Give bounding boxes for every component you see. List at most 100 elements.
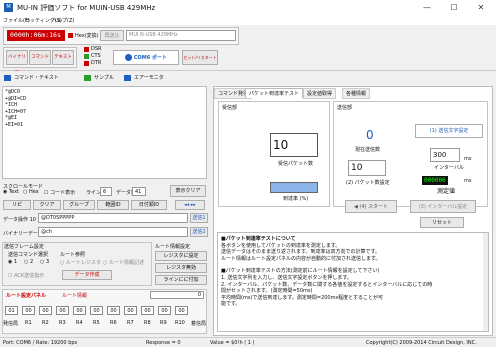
menu-help[interactable]: ヘルプ(Z) bbox=[52, 17, 74, 24]
route-cell[interactable]: 00 bbox=[124, 306, 137, 315]
interval-field[interactable]: 300 bbox=[430, 148, 460, 162]
relay-option-3-label: 3 bbox=[45, 259, 50, 265]
route-cell[interactable]: 00 bbox=[107, 306, 120, 315]
route-label: R1 bbox=[25, 320, 32, 326]
text-radio[interactable]: ◉ Text bbox=[3, 189, 19, 195]
info-line: 平均時間(ms)で送信到達します。測定時間=200ms程度とすることが可 bbox=[221, 294, 383, 301]
console-line: +EI=01 bbox=[5, 121, 24, 128]
resend-button[interactable]: 再送込 bbox=[100, 30, 124, 41]
make-data-button[interactable]: データ作成 bbox=[62, 270, 112, 280]
disable-register-button[interactable]: レジスタ無効 bbox=[155, 263, 207, 273]
route-cell[interactable]: 00 bbox=[39, 306, 52, 315]
tab-info[interactable]: 各種情報 bbox=[342, 88, 371, 99]
route-cell[interactable]: 00 bbox=[22, 306, 35, 315]
route-label: R3 bbox=[59, 320, 66, 326]
relay-option-2[interactable]: ○ 2 bbox=[24, 259, 33, 265]
data-count-field[interactable]: 41 bbox=[132, 187, 146, 196]
copyright: Copyright(C) 2009-2014 Circuit Design, I… bbox=[366, 340, 477, 346]
maximize-button[interactable]: ☐ bbox=[441, 1, 467, 14]
send-label: 送信部 bbox=[337, 105, 353, 111]
dtr-led-icon bbox=[84, 61, 89, 66]
interval-caption: インターバル bbox=[434, 165, 464, 171]
close-button[interactable]: ✕ bbox=[468, 1, 494, 14]
tab-air-monitor[interactable]: エアーモニタ bbox=[134, 74, 164, 81]
route-ref-option-1[interactable]: ○ ルートレジスタ bbox=[60, 259, 101, 266]
send1-label: データ操作 10 bbox=[3, 217, 36, 223]
device-select[interactable]: MUI N-USB 429MHz bbox=[126, 30, 236, 41]
window-title: MU-IN 評価ソフト for MUIN-USB 429MHz bbox=[17, 4, 156, 12]
scroll-arrows[interactable]: ◂◂ ▸▸ bbox=[175, 200, 205, 210]
info-line: 間がセットされます。(測定時間=50ms) bbox=[221, 288, 313, 295]
ack-checkbox[interactable]: ☐ ACK送信指示 bbox=[8, 272, 44, 279]
title-bar: M MU-IN 評価ソフト for MUIN-USB 429MHz — ☐ ✕ bbox=[0, 0, 496, 16]
bytes-button[interactable]: バイナリー bbox=[6, 50, 28, 74]
packet-count-field[interactable]: 10 bbox=[348, 160, 386, 176]
route-count: 0 bbox=[150, 291, 204, 299]
route-ref-option-1-label: ルートレジスタ bbox=[65, 260, 101, 266]
sent-count: 0 bbox=[366, 128, 374, 142]
interval-settings-button[interactable]: (3) インターバル設定 bbox=[410, 200, 476, 213]
group-button[interactable]: グループ bbox=[63, 200, 95, 210]
clear-display-button[interactable]: 表示クリア bbox=[170, 185, 206, 197]
send-group bbox=[333, 101, 488, 207]
clear-list-button[interactable]: クリア bbox=[33, 200, 61, 210]
measure-caption: 測定値 bbox=[437, 188, 456, 195]
route-cell-origin[interactable]: 01 bbox=[5, 306, 18, 315]
minimize-button[interactable]: — bbox=[414, 1, 440, 14]
send-text-settings-button[interactable]: (1) 送信文字設定 bbox=[415, 124, 483, 138]
value-status: Value = $0!h ( 1 ) bbox=[210, 340, 255, 346]
route-label: R8 bbox=[144, 320, 151, 326]
route-cell[interactable]: 00 bbox=[90, 306, 103, 315]
repeat-button[interactable]: リピ bbox=[3, 200, 31, 210]
interval-unit: ms bbox=[464, 156, 472, 162]
route-cell[interactable]: 00 bbox=[56, 306, 69, 315]
tab-sample[interactable]: サンプル bbox=[94, 74, 114, 81]
route-cell[interactable]: 00 bbox=[158, 306, 171, 315]
reset-button[interactable]: リセット bbox=[420, 217, 464, 228]
start-button[interactable]: ◀ (4) スタート bbox=[345, 200, 397, 213]
packet-count-caption: (2) パケット数設定 bbox=[346, 180, 390, 186]
send2-input[interactable]: @ch bbox=[38, 227, 188, 237]
tab-packet-test[interactable]: パケット到達率テスト bbox=[245, 88, 304, 98]
route-cell[interactable]: 00 bbox=[73, 306, 86, 315]
ack-checkbox-label: ACK送信指示 bbox=[14, 273, 45, 279]
info-panel: ■パケット到達率テストについて 各ボタンを使用してパケットの到達率を測定します。… bbox=[217, 232, 489, 332]
send2-button[interactable]: 送信2 bbox=[190, 227, 208, 237]
route-cell[interactable]: 00 bbox=[141, 306, 154, 315]
send1-input[interactable]: @DT05PPPPP bbox=[38, 213, 188, 223]
relay-option-3[interactable]: ○ 3 bbox=[40, 259, 49, 265]
send-command-label: 送信コマンド選択 bbox=[8, 252, 49, 258]
code-display-check[interactable]: ☐ コード表示 bbox=[44, 189, 75, 196]
dsr-led-icon bbox=[84, 47, 89, 52]
console-output[interactable]: *@DC0 +@DI=CD *ICH +ICH=07 *@EI +EI=01 bbox=[2, 86, 207, 179]
route-panel-title: ルート設定パネル bbox=[6, 293, 47, 299]
route-label: 着信局 bbox=[191, 321, 207, 327]
set-register-button[interactable]: レジスタに設定 bbox=[155, 251, 207, 261]
route-label: R5 bbox=[93, 320, 100, 326]
text-button[interactable]: テキスト bbox=[52, 50, 74, 65]
send1-button[interactable]: 送信1 bbox=[190, 213, 208, 223]
dtr-label: DTR bbox=[91, 60, 102, 66]
code-display-label: コード表示 bbox=[50, 190, 76, 196]
hex-label[interactable]: Hex(変換) bbox=[75, 32, 99, 39]
info-line: 1. 送信文字列を入力し、送信文字設定ボタンを押します。 bbox=[221, 274, 352, 281]
info-line: 能です。 bbox=[221, 301, 241, 308]
measure-value: 000000 bbox=[422, 176, 448, 185]
tab-command-text[interactable]: コマンド・テキスト bbox=[14, 74, 59, 81]
range-id-button[interactable]: 範囲ID bbox=[97, 200, 129, 210]
relay-option-1[interactable]: ◉ 1 bbox=[8, 259, 17, 265]
cts-label: CTS bbox=[91, 53, 101, 59]
hex-radio[interactable]: ○ Hex bbox=[23, 189, 39, 195]
info-scrollbar[interactable] bbox=[483, 233, 488, 331]
route-ref-option-2[interactable]: ○ ルート情報記述 bbox=[103, 259, 144, 266]
tab-get-settings[interactable]: 設定値取得 bbox=[303, 88, 337, 99]
com-port-button[interactable]: COM6 ポート bbox=[113, 50, 179, 65]
receive-label: 受信部 bbox=[222, 105, 238, 111]
append-line-button[interactable]: ラインにに付加 bbox=[155, 275, 207, 285]
date-id-button[interactable]: 日付順ID bbox=[131, 200, 167, 210]
command-button[interactable]: コマンド bbox=[29, 50, 51, 65]
reset-restart-button[interactable]: セット/リスタート bbox=[182, 50, 218, 65]
line-count-field[interactable]: 6 bbox=[100, 187, 112, 196]
dsr-label: DSR bbox=[91, 46, 102, 52]
route-cell[interactable]: 00 bbox=[175, 306, 188, 315]
